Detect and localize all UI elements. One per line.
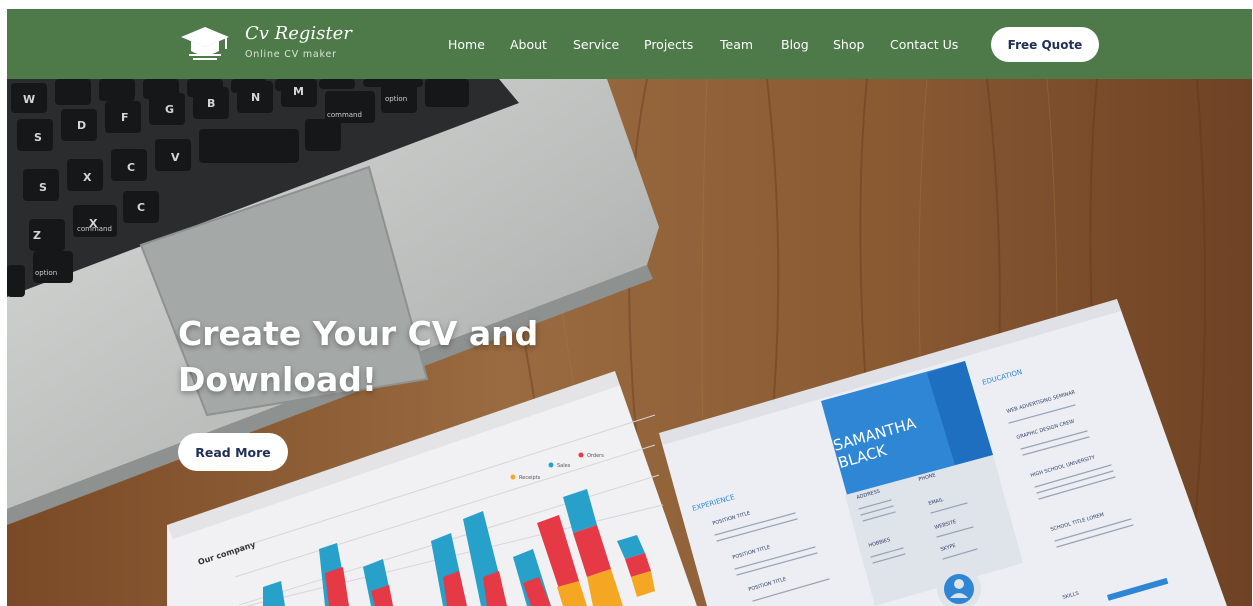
nav-service[interactable]: Service xyxy=(573,9,619,79)
svg-text:W: W xyxy=(23,93,35,106)
svg-text:G: G xyxy=(165,103,174,116)
svg-text:option: option xyxy=(385,95,407,103)
svg-text:option: option xyxy=(35,269,57,277)
svg-text:S: S xyxy=(34,131,42,144)
svg-text:D: D xyxy=(77,119,86,132)
navbar: Cv Register Online CV maker Home About S… xyxy=(7,9,1252,79)
svg-text:S: S xyxy=(39,181,47,194)
brand-title: Cv Register xyxy=(245,23,352,44)
svg-text:Z: Z xyxy=(33,229,41,242)
svg-text:B: B xyxy=(207,97,215,110)
svg-text:C: C xyxy=(137,201,145,214)
svg-text:M: M xyxy=(293,85,304,98)
page-frame: Cv Register Online CV maker Home About S… xyxy=(7,9,1252,606)
nav-projects[interactable]: Projects xyxy=(644,9,693,79)
free-quote-button[interactable]: Free Quote xyxy=(991,27,1099,62)
svg-text:N: N xyxy=(251,91,260,104)
nav-blog[interactable]: Blog xyxy=(781,9,809,79)
nav-home[interactable]: Home xyxy=(448,9,485,79)
svg-text:command: command xyxy=(327,111,362,119)
hero-section: W S D F G B N M S X C V Z X C command op… xyxy=(7,79,1252,606)
brand-subtitle: Online CV maker xyxy=(245,49,337,60)
graduation-cap-icon xyxy=(181,27,229,60)
nav-contact-us[interactable]: Contact Us xyxy=(890,9,958,79)
legend-orders: Orders xyxy=(587,453,604,459)
svg-text:X: X xyxy=(83,171,92,184)
nav-about[interactable]: About xyxy=(510,9,547,79)
brand-logo[interactable]: Cv Register Online CV maker xyxy=(179,23,352,67)
svg-text:F: F xyxy=(121,111,129,124)
svg-text:C: C xyxy=(127,161,135,174)
nav-shop[interactable]: Shop xyxy=(833,9,864,79)
hero-title: Create Your CV and Download! xyxy=(178,314,539,399)
legend-sales: Sales xyxy=(557,463,571,469)
svg-text:command: command xyxy=(77,225,112,233)
legend-receipts: Receipts xyxy=(519,475,541,481)
svg-text:V: V xyxy=(171,151,180,164)
read-more-button[interactable]: Read More xyxy=(178,433,288,471)
nav-team[interactable]: Team xyxy=(720,9,753,79)
